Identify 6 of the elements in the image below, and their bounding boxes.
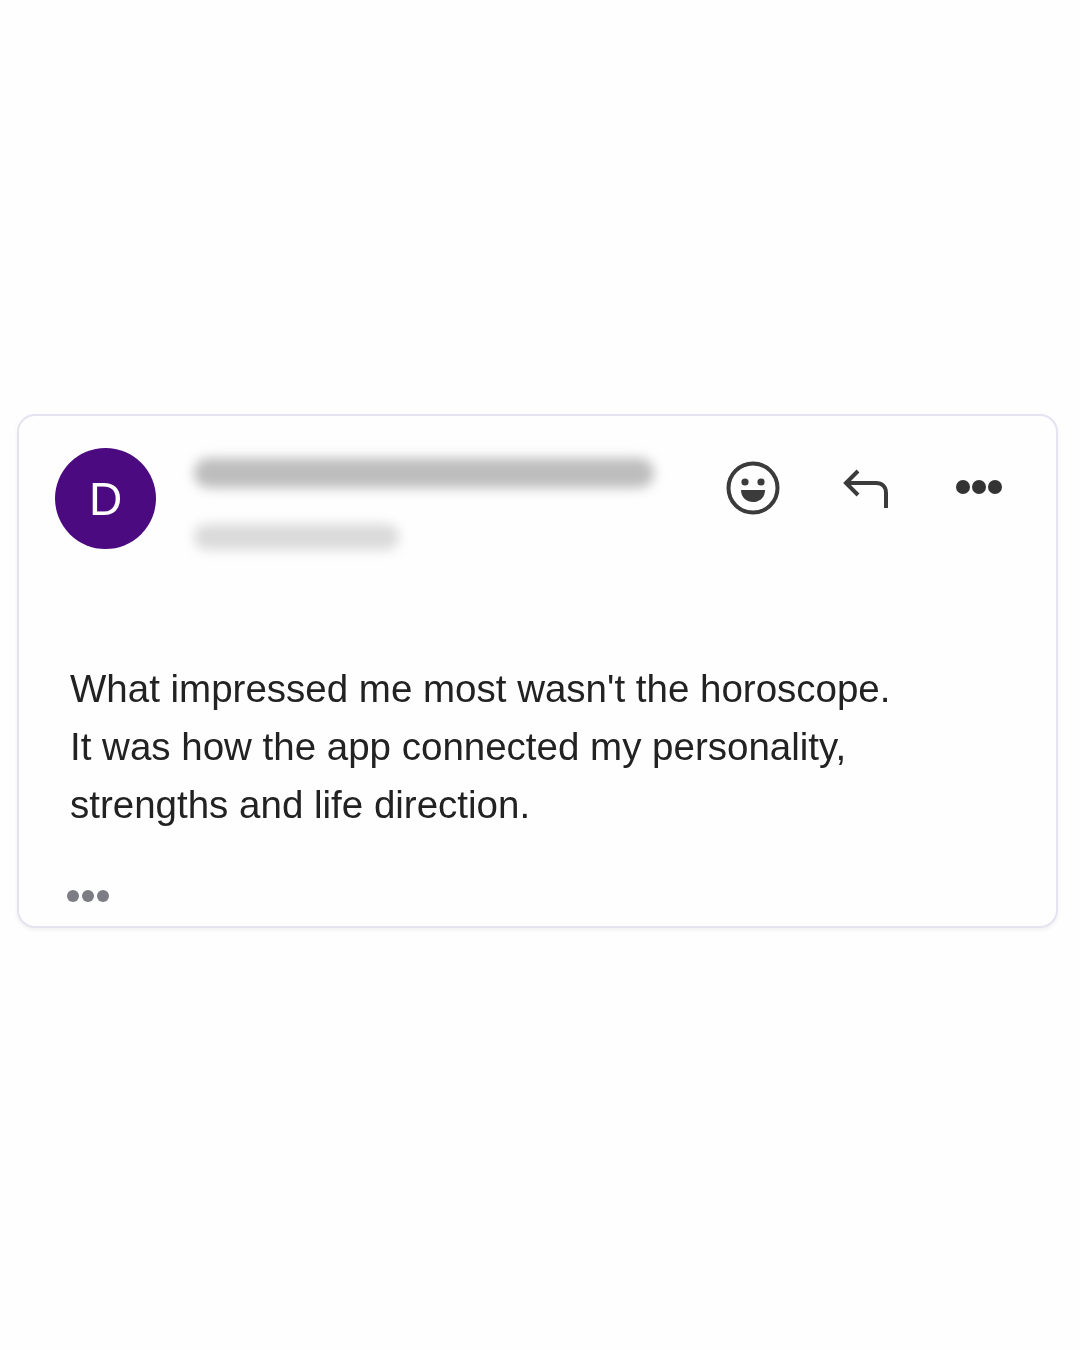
avatar: D	[55, 448, 156, 549]
reply-arrow-icon[interactable]	[842, 468, 890, 510]
message-body: What impressed me most wasn't the horoscope. It was how the app connected my personality, strengths and life direction.	[70, 666, 891, 828]
more-options-icon[interactable]	[956, 480, 1002, 494]
smiley-face-icon[interactable]	[726, 461, 780, 515]
ellipsis-icon[interactable]	[67, 890, 109, 902]
